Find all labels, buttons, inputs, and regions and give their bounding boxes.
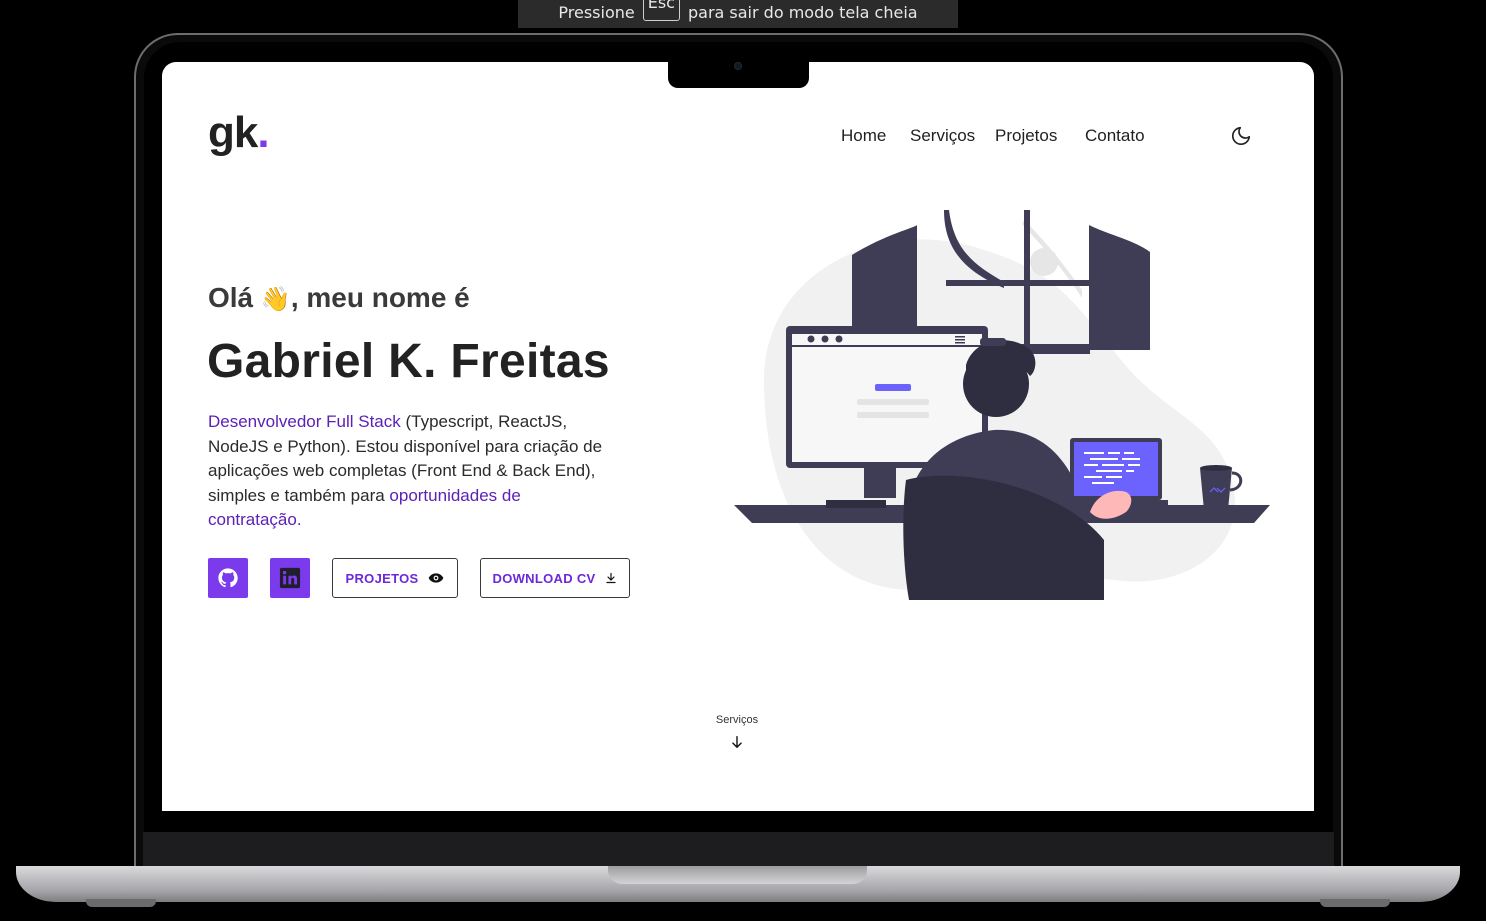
greeting-suffix: , meu nome é xyxy=(290,282,470,313)
linkedin-icon xyxy=(279,567,301,589)
linkedin-button[interactable] xyxy=(270,558,310,598)
projects-button-label: PROJETOS xyxy=(345,570,419,586)
fullscreen-notice-prefix: Pressione xyxy=(558,3,635,22)
laptop-foot-right xyxy=(1320,899,1390,907)
moon-icon xyxy=(1231,126,1251,146)
wave-emoji: 👋 xyxy=(260,285,291,313)
laptop-opening-notch xyxy=(608,866,867,884)
developer-illustration xyxy=(734,210,1270,600)
greeting-text: Olá xyxy=(208,282,254,313)
hero-description: Desenvolvedor Full Stack (Typescript, Re… xyxy=(208,410,608,533)
hero-name: Gabriel K. Freitas xyxy=(207,335,610,388)
desc-role-highlight: Desenvolvedor Full Stack xyxy=(208,412,401,431)
laptop-chin xyxy=(143,832,1334,868)
nav-link-projetos[interactable]: Projetos xyxy=(995,126,1085,146)
logo-dot: . xyxy=(257,108,269,157)
greeting: Olá 👋, meu nome é xyxy=(208,282,470,314)
camera-icon xyxy=(734,62,742,70)
arrow-down-icon xyxy=(732,736,742,748)
github-button[interactable] xyxy=(208,558,248,598)
download-cv-button-label: DOWNLOAD CV xyxy=(492,570,596,586)
laptop-foot-left xyxy=(86,899,156,907)
scroll-to-services[interactable]: Serviços xyxy=(702,714,772,749)
download-cv-button[interactable]: DOWNLOAD CV xyxy=(480,558,630,598)
eye-icon xyxy=(429,573,444,583)
nav-link-home[interactable]: Home xyxy=(841,126,910,146)
projects-button[interactable]: PROJETOS xyxy=(332,558,458,598)
logo-text: gk xyxy=(208,108,258,157)
camera-notch xyxy=(668,60,809,88)
fullscreen-notice: Pressione Esc para sair do modo tela che… xyxy=(518,0,958,28)
main-nav: Home Serviços Projetos Contato xyxy=(841,126,1155,146)
scroll-hint-label: Serviços xyxy=(715,714,759,726)
fullscreen-notice-suffix: para sair do modo tela cheia xyxy=(687,3,918,22)
theme-toggle-button[interactable] xyxy=(1230,125,1252,147)
esc-key-label: Esc xyxy=(642,0,680,21)
download-icon xyxy=(606,572,617,584)
nav-link-servicos[interactable]: Serviços xyxy=(910,126,995,146)
github-icon xyxy=(218,568,238,588)
logo[interactable]: gk. xyxy=(208,108,270,158)
nav-link-contato[interactable]: Contato xyxy=(1085,126,1155,146)
screen: gk. Home Serviços Projetos Contato Olá 👋… xyxy=(162,62,1314,811)
